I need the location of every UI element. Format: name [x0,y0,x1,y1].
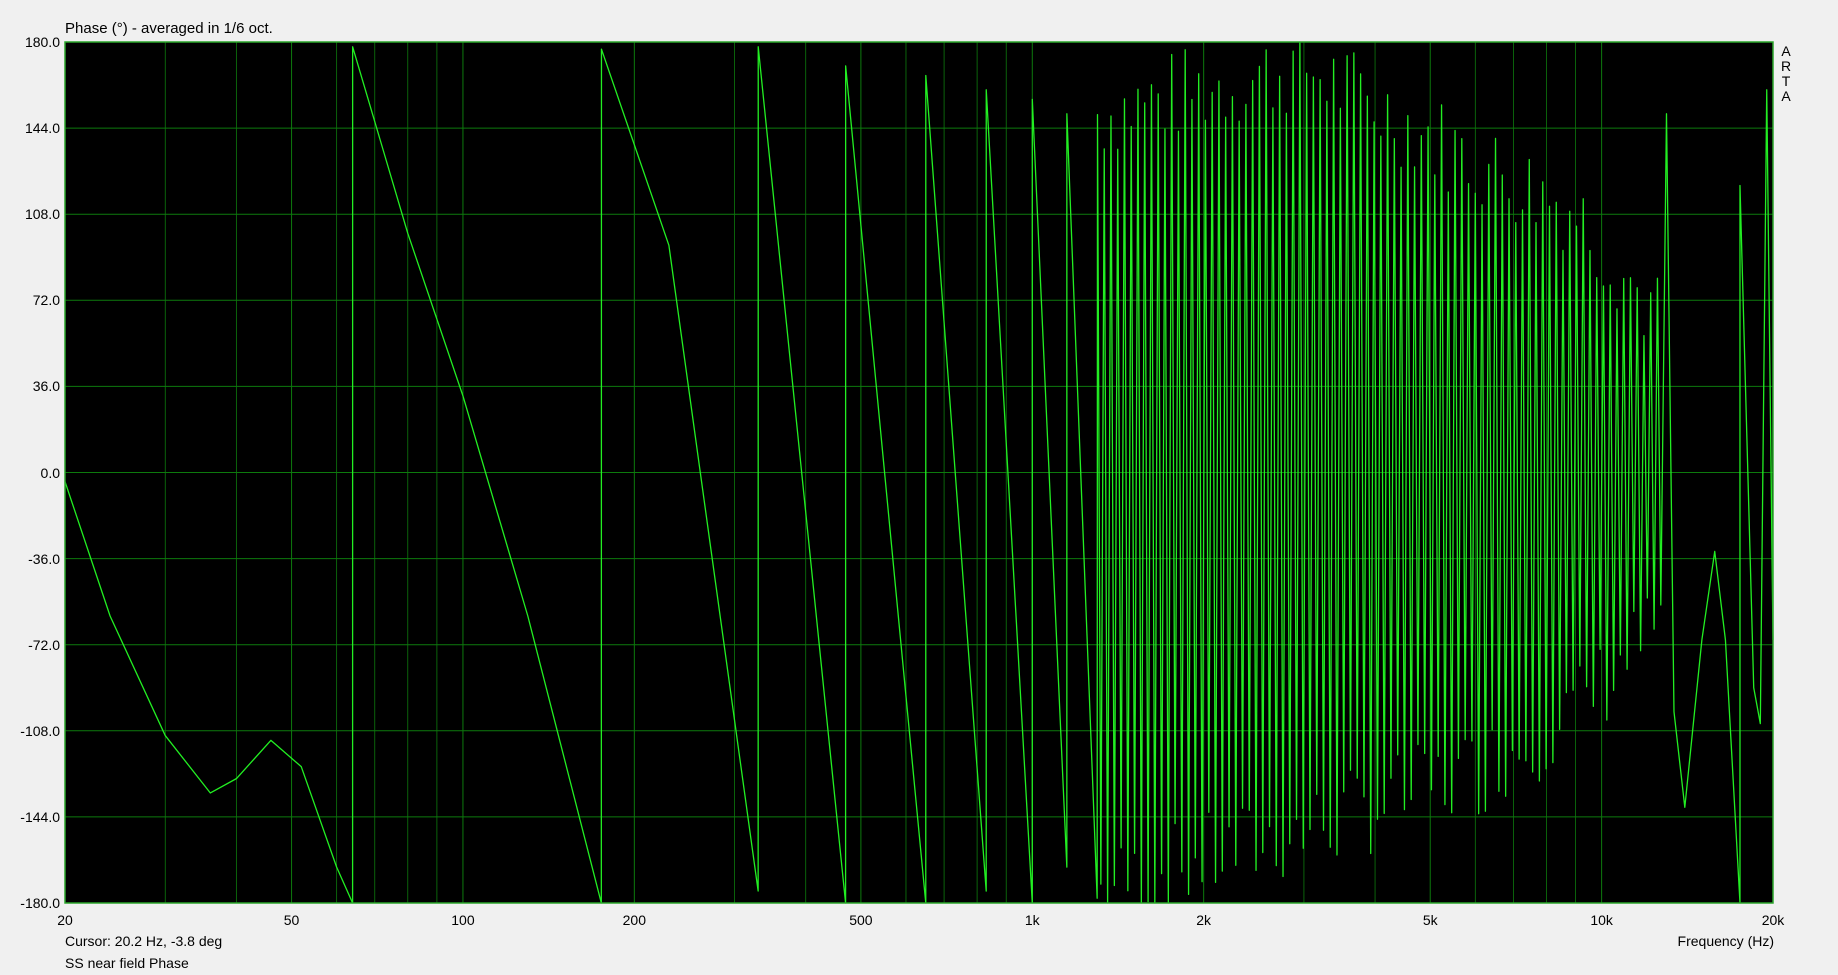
x-tick-label: 10k [1590,912,1613,928]
x-tick-label: 1k [1024,912,1040,928]
x-tick-label: 500 [849,912,873,928]
y-tick-label: 36.0 [32,378,60,395]
y-tick-label: -72.0 [28,636,60,653]
brand-letter: A [1781,88,1791,104]
phase-plot[interactable] [0,0,1838,975]
arta-brand-mark: A R T A [1778,44,1794,104]
y-tick-label: 180.0 [24,34,60,50]
measurement-name: SS near field Phase [65,955,189,971]
x-tick-label: 5k [1422,912,1438,928]
y-tick-label: -36.0 [28,550,60,567]
x-axis-label: Frequency (Hz) [1677,933,1774,949]
y-tick-label: -180.0 [20,895,60,911]
cursor-readout: Cursor: 20.2 Hz, -3.8 deg [65,933,223,949]
y-tick-label: -108.0 [20,722,60,739]
x-tick-label: 200 [622,912,646,928]
x-tick-label: 20k [1761,912,1785,928]
brand-letter: T [1781,73,1791,89]
y-tick-label: 144.0 [24,120,60,137]
x-tick-label: 20 [57,912,73,928]
y-tick-label: 108.0 [24,206,60,223]
y-tick-label: -144.0 [20,808,60,825]
y-tick-label: 72.0 [32,292,60,309]
brand-letter: R [1780,58,1792,74]
x-tick-label: 50 [283,912,300,928]
brand-letter: A [1781,43,1791,59]
x-tick-label: 2k [1196,912,1212,928]
x-tick-label: 100 [451,912,475,928]
y-tick-label: 0.0 [40,464,60,481]
